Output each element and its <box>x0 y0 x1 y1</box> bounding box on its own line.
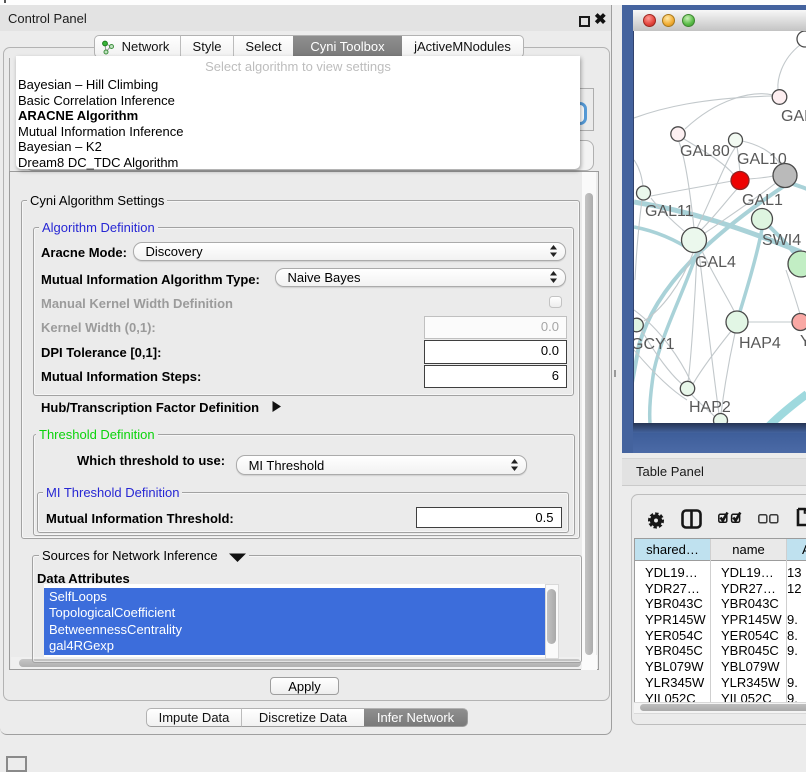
svg-text:GAL10: GAL10 <box>737 151 787 168</box>
svg-text:SWI4: SWI4 <box>762 232 801 249</box>
svg-text:GAL7: GAL7 <box>781 108 806 125</box>
svg-text:HAP4: HAP4 <box>739 335 781 352</box>
svg-text:GCY1: GCY1 <box>634 336 675 353</box>
svg-text:HAP2: HAP2 <box>689 399 731 416</box>
svg-text:GAL1: GAL1 <box>742 192 783 209</box>
svg-text:YJ: YJ <box>800 333 806 350</box>
svg-text:GAL11: GAL11 <box>645 203 694 220</box>
svg-text:GAL80: GAL80 <box>680 143 730 160</box>
svg-text:GAL4: GAL4 <box>695 254 736 271</box>
